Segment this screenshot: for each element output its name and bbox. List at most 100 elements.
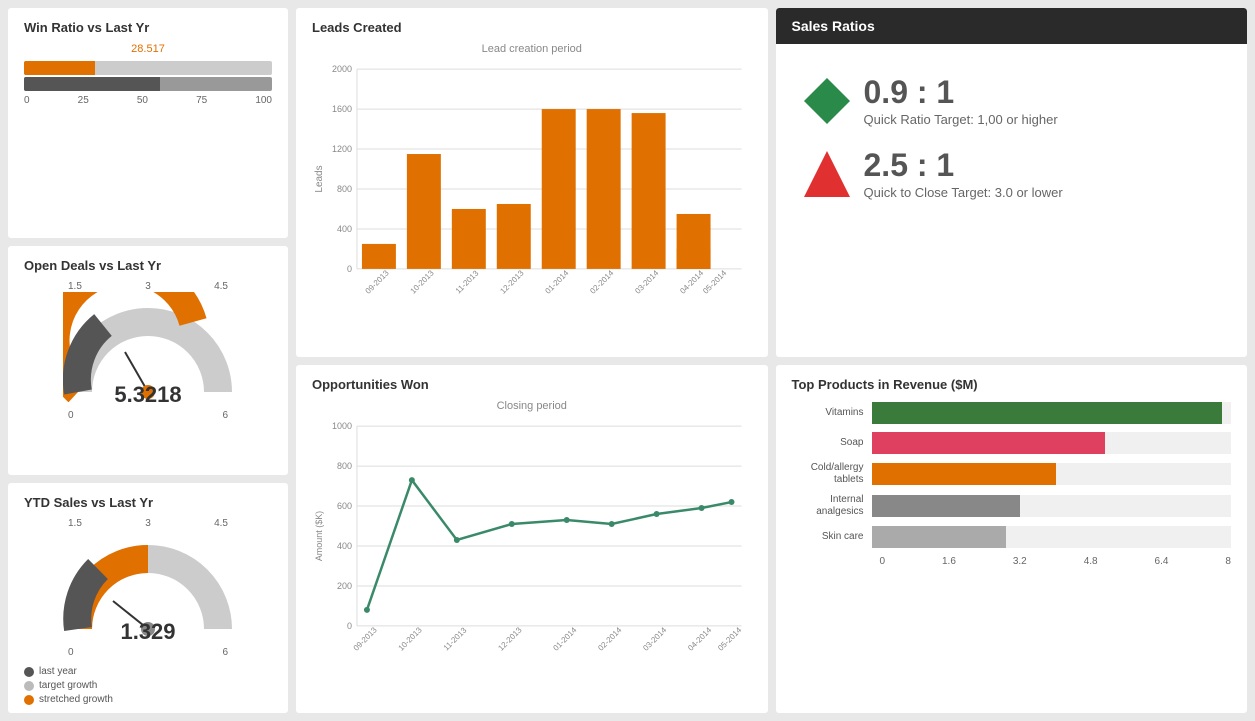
top-products-content: Vitamins Soap Cold/allergytablets Intern… (792, 402, 1232, 567)
top-products-panel: Top Products in Revenue ($M) Vitamins So… (776, 365, 1248, 714)
ratio-2-value: 2.5 : 1 (864, 149, 1063, 181)
svg-text:400: 400 (337, 224, 352, 234)
win-ratio-axis: 0 25 50 75 100 (24, 95, 272, 106)
open-deals-gauge: 1.5 3 4.5 5.3218 (24, 281, 272, 421)
svg-text:800: 800 (337, 184, 352, 194)
open-deals-top-labels: 1.5 3 4.5 (68, 281, 228, 292)
open-deals-label-top: 3 (145, 281, 151, 292)
legend-item-target: target growth (24, 680, 272, 691)
tp-axis-6-4: 6.4 (1155, 556, 1169, 567)
svg-text:0: 0 (347, 620, 352, 630)
ratio-1-value: 0.9 : 1 (864, 76, 1058, 108)
axis-label-0: 0 (24, 95, 30, 106)
svg-text:Amount ($K): Amount ($K) (314, 510, 324, 560)
svg-text:11-2013: 11-2013 (442, 625, 469, 652)
open-deals-axis: 0 6 (68, 410, 228, 421)
svg-text:400: 400 (337, 540, 352, 550)
open-deals-value: 5.3218 (114, 382, 181, 408)
leads-created-panel: Leads Created Lead creation period 2000 … (296, 8, 768, 357)
ytd-sales-axis-6: 6 (222, 647, 228, 658)
ratio-2-content: 2.5 : 1 Quick to Close Target: 3.0 or lo… (864, 149, 1063, 200)
ytd-sales-axis: 0 6 (68, 647, 228, 658)
legend-item-last-year: last year (24, 666, 272, 677)
svg-text:0: 0 (347, 264, 352, 274)
leads-created-title: Leads Created (312, 20, 752, 35)
svg-text:800: 800 (337, 461, 352, 471)
axis-label-25: 25 (78, 95, 89, 106)
tp-axis-1-6: 1.6 (942, 556, 956, 567)
win-ratio-bar-track-2 (24, 77, 272, 91)
tp-axis-3-2: 3.2 (1013, 556, 1027, 567)
open-deals-panel: Open Deals vs Last Yr 1.5 3 4.5 (8, 246, 288, 476)
ratio-2-description: Quick to Close Target: 3.0 or lower (864, 185, 1063, 200)
ratio-1-description: Quick Ratio Target: 1,00 or higher (864, 112, 1058, 127)
legend-label-stretched: stretched growth (39, 694, 113, 705)
win-ratio-chart (24, 61, 272, 91)
product-bar-vitamins (872, 402, 1223, 424)
product-label-internal: Internalanalgesics (792, 494, 872, 518)
left-column: Win Ratio vs Last Yr 28.517 0 25 50 75 1… (8, 8, 288, 713)
tp-axis-4-8: 4.8 (1084, 556, 1098, 567)
svg-text:02-2014: 02-2014 (596, 625, 623, 652)
win-ratio-bar-track (24, 61, 272, 75)
win-ratio-title: Win Ratio vs Last Yr (24, 20, 272, 35)
opportunities-subtitle: Closing period (312, 400, 752, 412)
svg-text:1000: 1000 (332, 421, 352, 431)
opportunities-title: Opportunities Won (312, 377, 752, 392)
open-deals-label-right: 4.5 (214, 281, 228, 292)
product-row-vitamins: Vitamins (792, 402, 1232, 424)
leads-chart: 2000 1600 1200 800 400 0 Leads 09-2013 1… (312, 59, 752, 299)
svg-text:09-2013: 09-2013 (364, 268, 391, 295)
product-row-cold: Cold/allergytablets (792, 462, 1232, 486)
svg-text:1200: 1200 (332, 144, 352, 154)
leads-subtitle: Lead creation period (312, 43, 752, 55)
sales-ratios-header: Sales Ratios (776, 8, 1248, 44)
svg-text:600: 600 (337, 501, 352, 511)
product-row-internal: Internalanalgesics (792, 494, 1232, 518)
product-row-skincare: Skin care (792, 526, 1232, 548)
win-ratio-bar-dark (24, 77, 160, 91)
product-bar-track-cold (872, 463, 1232, 485)
svg-text:200: 200 (337, 580, 352, 590)
ytd-sales-label-left: 1.5 (68, 518, 82, 529)
svg-text:04-2014: 04-2014 (678, 268, 705, 295)
svg-text:03-2014: 03-2014 (633, 268, 660, 295)
product-bar-cold (872, 463, 1056, 485)
top-products-axis: 0 1.6 3.2 4.8 6.4 8 (880, 556, 1232, 567)
dashboard: Win Ratio vs Last Yr 28.517 0 25 50 75 1… (0, 0, 1255, 721)
product-bar-track-soap (872, 432, 1232, 454)
sales-ratios-panel: Sales Ratios 0.9 : 1 Quick Ratio Target:… (776, 8, 1248, 357)
svg-text:2000: 2000 (332, 64, 352, 74)
ratio-1-row: 0.9 : 1 Quick Ratio Target: 1,00 or high… (802, 76, 1222, 129)
open-deals-label-left: 1.5 (68, 281, 82, 292)
ytd-sales-title: YTD Sales vs Last Yr (24, 495, 272, 510)
product-bar-internal (872, 495, 1020, 517)
svg-text:10-2013: 10-2013 (409, 268, 436, 295)
ytd-sales-label-top: 3 (145, 518, 151, 529)
legend-dot-target (24, 681, 34, 691)
legend-dot-last-year (24, 667, 34, 677)
svg-text:02-2014: 02-2014 (588, 268, 615, 295)
diamond-icon (802, 76, 852, 129)
svg-text:11-2013: 11-2013 (454, 268, 481, 295)
opportunities-won-panel: Opportunities Won Closing period 1000 80… (296, 365, 768, 714)
open-deals-axis-6: 6 (222, 410, 228, 421)
svg-text:01-2014: 01-2014 (543, 268, 570, 295)
svg-text:03-2014: 03-2014 (641, 625, 668, 652)
svg-text:10-2013: 10-2013 (397, 625, 424, 652)
legend-label-target: target growth (39, 680, 97, 691)
open-deals-axis-0: 0 (68, 410, 74, 421)
win-ratio-bar-orange (24, 61, 95, 75)
legend-dot-stretched (24, 695, 34, 705)
svg-text:09-2013: 09-2013 (352, 625, 379, 652)
axis-label-75: 75 (196, 95, 207, 106)
tp-axis-8: 8 (1225, 556, 1231, 567)
ytd-sales-panel: YTD Sales vs Last Yr 1.5 3 4.5 (8, 483, 288, 713)
svg-text:1600: 1600 (332, 104, 352, 114)
win-ratio-value: 28.517 (24, 43, 272, 55)
top-products-title: Top Products in Revenue ($M) (792, 377, 1232, 392)
product-label-cold: Cold/allergytablets (792, 462, 872, 486)
axis-label-100: 100 (255, 95, 272, 106)
legend-label-last-year: last year (39, 666, 77, 677)
ytd-sales-axis-0: 0 (68, 647, 74, 658)
